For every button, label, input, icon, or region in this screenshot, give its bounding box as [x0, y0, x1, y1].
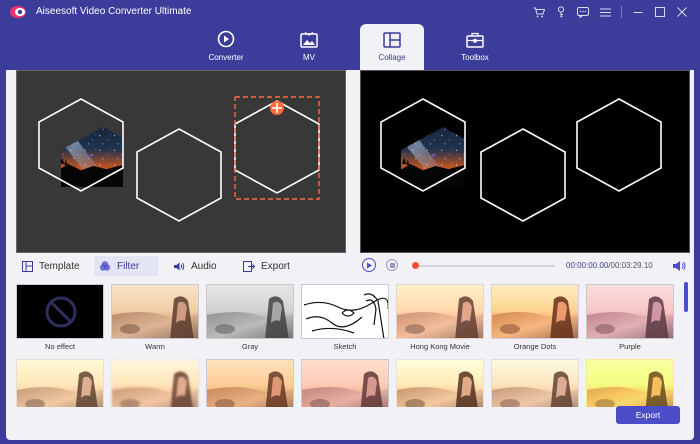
export-button[interactable]: Export [616, 406, 680, 424]
filter-icon [99, 260, 111, 272]
mv-icon [300, 32, 318, 48]
title-bar: Aiseesoft Video Converter Ultimate [0, 0, 700, 24]
export-icon [243, 260, 255, 272]
filter-thumbnail [491, 284, 579, 339]
key-icon[interactable] [551, 4, 571, 20]
time-display: 00:00:00.00/00:03:29.10 [566, 261, 653, 270]
cart-icon[interactable] [529, 4, 549, 20]
tab-export[interactable]: Export [238, 256, 308, 276]
preview-canvas [380, 98, 662, 222]
filter-hong-kong-movie[interactable]: Hong Kong Movie [396, 284, 484, 351]
tab-audio[interactable]: Audio [168, 256, 228, 276]
filter-thumbnail [16, 359, 104, 407]
edit-tabs: Template Filter Audio Export [16, 256, 346, 276]
filter-item[interactable] [16, 359, 104, 407]
filter-thumbnail [396, 284, 484, 339]
menu-icon[interactable] [595, 4, 615, 20]
tab-collage[interactable]: Collage [360, 24, 424, 70]
filter-thumbnail [111, 359, 199, 407]
current-time: 00:00:00.00 [566, 261, 609, 270]
tab-mv-label: MV [303, 53, 315, 62]
app-title: Aiseesoft Video Converter Ultimate [36, 6, 192, 17]
filter-label: Hong Kong Movie [410, 342, 470, 351]
filter-thumbnail [16, 284, 104, 339]
main-tabs: Converter MV Collage Toolbox [0, 24, 700, 70]
collage-icon [383, 32, 401, 48]
total-time: /00:03:29.10 [608, 261, 653, 270]
close-icon[interactable] [672, 4, 692, 20]
tab-filter-label: Filter [117, 260, 140, 272]
filter-item[interactable] [586, 359, 674, 407]
volume-icon[interactable] [672, 259, 686, 273]
filter-thumbnail [586, 359, 674, 407]
filter-thumbnail [206, 284, 294, 339]
filter-label: Purple [619, 342, 641, 351]
no-effect-icon [45, 296, 77, 328]
filter-label: Gray [241, 342, 259, 351]
filter-scrollbar[interactable] [684, 282, 688, 407]
tab-audio-label: Audio [191, 260, 217, 272]
filter-purple[interactable]: Purple [586, 284, 674, 351]
filter-item[interactable] [111, 359, 199, 407]
filter-label: Orange Dots [513, 342, 557, 351]
filter-thumbnail [301, 359, 389, 407]
filter-item[interactable] [396, 359, 484, 407]
progress-knob[interactable] [412, 262, 419, 269]
app-logo-icon [10, 6, 26, 18]
progress-track[interactable] [415, 265, 555, 267]
template-icon [21, 260, 33, 272]
tab-export-label: Export [261, 260, 290, 272]
move-handle-icon[interactable] [270, 101, 284, 115]
tab-mv[interactable]: MV [277, 24, 341, 70]
tab-template[interactable]: Template [16, 256, 90, 276]
stop-button[interactable] [386, 259, 398, 271]
play-button[interactable] [362, 258, 376, 272]
play-icon [366, 262, 372, 268]
filter-warm[interactable]: Warm [111, 284, 199, 351]
filter-item[interactable] [301, 359, 389, 407]
scrollbar-thumb[interactable] [684, 282, 688, 312]
workspace: Template Filter Audio Export 00:00:00.00… [6, 70, 694, 440]
filter-thumbnail [396, 359, 484, 407]
filter-item[interactable] [491, 359, 579, 407]
preview-panel [360, 70, 690, 253]
filter-grid: No effect Warm Gray Sketch Hong Kong Mov… [16, 282, 680, 407]
filter-item[interactable] [206, 359, 294, 407]
collage-edit-panel[interactable] [16, 70, 346, 253]
minimize-icon[interactable] [628, 4, 648, 20]
toolbox-icon [466, 32, 484, 48]
filter-label: Sketch [333, 342, 357, 351]
tab-toolbox[interactable]: Toolbox [443, 24, 507, 70]
tab-toolbox-label: Toolbox [461, 53, 489, 62]
filter-no-effect[interactable]: No effect [16, 284, 104, 351]
tab-template-label: Template [39, 260, 80, 272]
filter-orange-dots[interactable]: Orange Dots [491, 284, 579, 351]
tab-converter[interactable]: Converter [194, 24, 258, 70]
filter-thumbnail [206, 359, 294, 407]
tab-collage-label: Collage [378, 53, 406, 62]
titlebar-divider [621, 6, 622, 18]
collage-edit-canvas[interactable] [17, 71, 347, 254]
filter-sketch[interactable]: Sketch [301, 284, 389, 351]
filter-thumbnail [586, 284, 674, 339]
chat-icon[interactable] [573, 4, 593, 20]
tab-filter[interactable]: Filter [94, 256, 158, 276]
filter-thumbnail [491, 359, 579, 407]
filter-thumbnail [111, 284, 199, 339]
audio-icon [173, 260, 185, 272]
filter-label: No effect [45, 342, 75, 351]
playback-controls: 00:00:00.00/00:03:29.10 [360, 256, 690, 276]
converter-icon [217, 30, 235, 48]
tab-converter-label: Converter [208, 53, 244, 62]
filter-gray[interactable]: Gray [206, 284, 294, 351]
stop-icon [389, 262, 395, 268]
collage-cell-2[interactable] [136, 128, 222, 222]
filter-label: Warm [145, 342, 165, 351]
collage-cell-1[interactable] [38, 98, 124, 192]
maximize-icon[interactable] [650, 4, 670, 20]
filter-thumbnail [301, 284, 389, 339]
